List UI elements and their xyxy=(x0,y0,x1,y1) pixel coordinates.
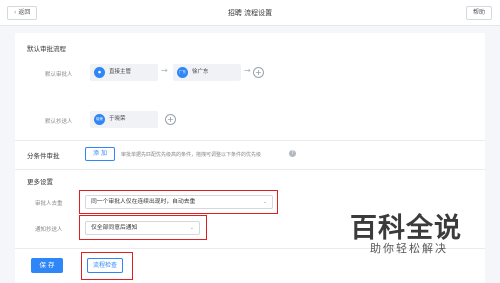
default-flow-title: 默认审批流程 xyxy=(27,45,66,53)
divider xyxy=(15,140,485,141)
add-condition-button[interactable]: 添 加 xyxy=(85,147,115,161)
conditional-approval-label: 分条件审批 xyxy=(27,152,60,160)
help-icon[interactable]: ? xyxy=(289,150,296,157)
cc-node-yu[interactable]: 晓荣 于晓荣 xyxy=(90,111,158,128)
dedupe-approver-label: 审批人去重 xyxy=(35,201,63,207)
notify-cc-label: 通知抄送人 xyxy=(35,227,63,233)
conditional-hint: 审批单据先匹配优先级高的条件，拖拽可调整以下条件的优先级 xyxy=(121,152,262,158)
approver-node-name: 直接主管 xyxy=(109,69,132,75)
add-cc-icon[interactable]: + xyxy=(165,114,176,125)
divider xyxy=(15,169,485,170)
arrow-right-icon: → xyxy=(244,66,251,75)
approver-node-supervisor[interactable]: ● 直接主管 xyxy=(90,64,158,81)
avatar: 晓荣 xyxy=(94,114,105,125)
highlight-box-notify xyxy=(79,215,207,240)
highlight-box-dedupe xyxy=(79,190,278,214)
more-settings-title: 更多设置 xyxy=(27,178,53,186)
approver-node-name: 徐广东 xyxy=(192,69,209,75)
approver-node-xu[interactable]: 广东 徐广东 xyxy=(173,64,241,81)
default-cc-label: 默认抄送人 xyxy=(45,119,73,125)
person-icon: ● xyxy=(94,67,105,78)
arrow-right-icon: → xyxy=(161,66,168,75)
watermark-subtitle: 助你轻松解决 xyxy=(370,242,448,255)
avatar: 广东 xyxy=(177,67,188,78)
save-button[interactable]: 保 存 xyxy=(31,258,63,273)
page-title: 招聘 流程设置 xyxy=(227,9,273,17)
add-approver-icon[interactable]: + xyxy=(253,67,264,78)
help-button[interactable]: 帮助 xyxy=(466,6,492,20)
top-bar: ‹ 返回 招聘 流程设置 帮助 xyxy=(0,0,500,26)
cc-node-name: 于晓荣 xyxy=(109,116,126,122)
highlight-box-check xyxy=(81,252,133,280)
default-approver-label: 默认审批人 xyxy=(45,72,73,78)
